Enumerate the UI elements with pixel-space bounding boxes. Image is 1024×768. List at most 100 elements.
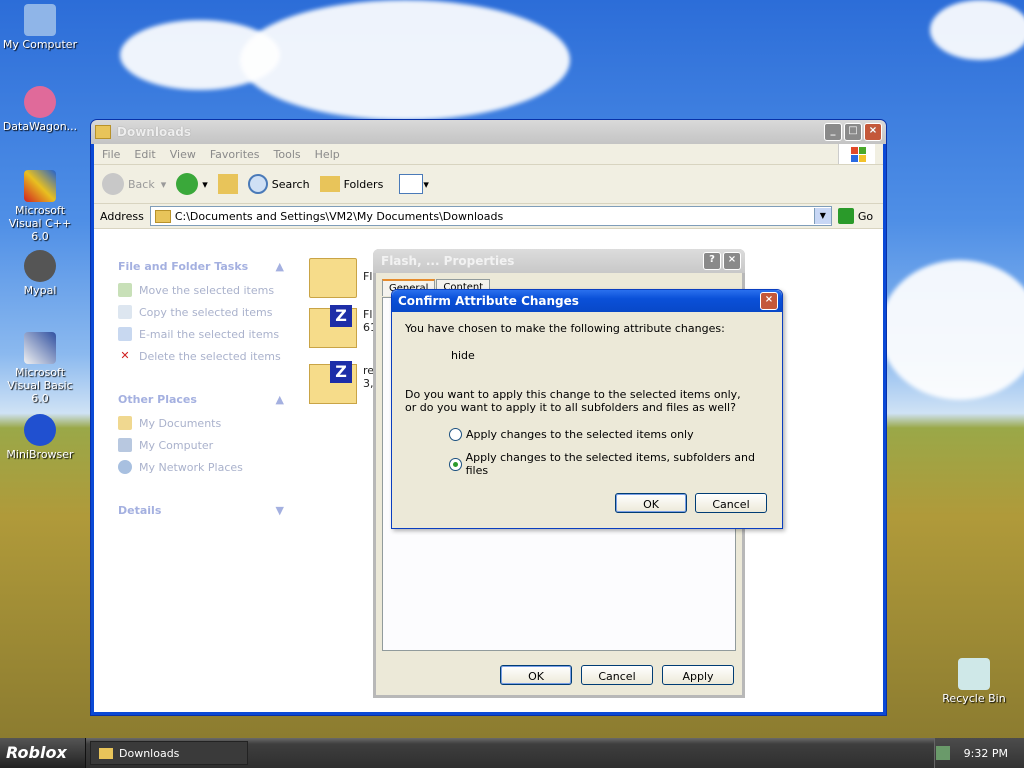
chevron-down-icon[interactable]: ▾ [423, 178, 429, 191]
desktop-icon-mypal[interactable]: Mypal [0, 250, 80, 297]
section-header[interactable]: File and Folder Tasks ▲ [118, 260, 284, 273]
desktop-icon-visual-cpp[interactable]: Microsoft Visual C++ 6.0 [0, 170, 80, 243]
go-button[interactable]: Go [837, 208, 874, 224]
close-button[interactable]: × [723, 252, 741, 270]
cancel-button[interactable]: Cancel [581, 665, 653, 685]
move-icon [118, 283, 132, 297]
confirm-buttons: OK Cancel [615, 493, 767, 513]
properties-buttons: OK Cancel Apply [500, 665, 734, 685]
chevron-down-icon[interactable]: ▾ [161, 178, 167, 191]
radio-button[interactable] [449, 428, 462, 441]
place-network[interactable]: My Network Places [118, 460, 284, 474]
go-label: Go [857, 209, 874, 223]
computer-icon [118, 438, 132, 452]
task-delete[interactable]: ✕ Delete the selected items [118, 349, 284, 363]
search-button[interactable]: Search [247, 174, 310, 194]
close-button[interactable]: × [760, 292, 778, 310]
views-button[interactable]: ▾ [399, 174, 429, 194]
zip-archive-icon: Z [309, 305, 357, 348]
desktop-icon-label: Recycle Bin [942, 692, 1006, 705]
file-item[interactable]: Z re 3, [309, 361, 374, 404]
menu-favorites[interactable]: Favorites [210, 148, 260, 161]
section-header[interactable]: Other Places ▲ [118, 393, 284, 406]
expand-icon[interactable]: ▼ [276, 504, 284, 517]
file-item[interactable]: Fla [309, 258, 379, 298]
menu-edit[interactable]: Edit [134, 148, 155, 161]
visual-basic-icon [24, 332, 56, 364]
views-icon [399, 174, 424, 194]
desktop-icon-visual-basic[interactable]: Microsoft Visual Basic 6.0 [0, 332, 80, 405]
menu-view[interactable]: View [170, 148, 196, 161]
desktop-icon-datawagon[interactable]: DataWagon... [0, 86, 80, 133]
task-copy[interactable]: Copy the selected items [118, 305, 284, 319]
desktop-icon-label: Mypal [23, 284, 57, 297]
task-email[interactable]: E-mail the selected items [118, 327, 284, 341]
up-button[interactable] [217, 174, 238, 194]
folders-button[interactable]: Folders [319, 176, 383, 192]
place-my-documents[interactable]: My Documents [118, 416, 284, 430]
menu-file[interactable]: File [102, 148, 120, 161]
close-button[interactable]: × [864, 123, 882, 141]
taskbar-item-label: Downloads [119, 746, 180, 760]
collapse-icon[interactable]: ▲ [276, 393, 284, 406]
confirm-question: Do you want to apply this change to the … [405, 388, 741, 414]
section-title: Details [118, 504, 162, 517]
clock[interactable]: 9:32 PM [964, 747, 1008, 760]
recycle-bin-icon [958, 658, 990, 690]
ok-button[interactable]: OK [615, 493, 687, 513]
explorer-titlebar[interactable]: Downloads _ □ × [91, 120, 886, 144]
email-icon [118, 327, 132, 341]
address-dropdown-icon[interactable]: ▼ [813, 208, 831, 224]
menu-help[interactable]: Help [315, 148, 340, 161]
taskbar-item-downloads[interactable]: Downloads [90, 741, 248, 765]
radio-subfolders[interactable]: Apply changes to the selected items, sub… [449, 451, 769, 477]
cancel-button[interactable]: Cancel [695, 493, 767, 513]
minimize-button[interactable]: _ [824, 123, 842, 141]
desktop-icon-minibrowser[interactable]: MiniBrowser [0, 414, 80, 461]
network-icon [118, 460, 132, 474]
section-title: Other Places [118, 393, 197, 406]
collapse-icon[interactable]: ▲ [276, 260, 284, 273]
desktop-icon-label: DataWagon... [2, 120, 78, 133]
desktop-icon-my-computer[interactable]: My Computer [0, 4, 80, 51]
confirm-titlebar[interactable]: Confirm Attribute Changes × [392, 290, 782, 312]
radio-button[interactable] [449, 457, 462, 471]
maximize-button[interactable]: □ [844, 123, 862, 141]
cloud [240, 0, 570, 120]
help-button[interactable]: ? [703, 252, 721, 270]
back-button[interactable]: Back ▾ [102, 173, 166, 195]
file-item[interactable]: Z Fla 61 [309, 305, 379, 348]
go-arrow-icon [837, 208, 854, 224]
task-label: Delete the selected items [139, 349, 281, 363]
confirm-title: Confirm Attribute Changes [398, 294, 579, 308]
confirm-attribute-dialog: Confirm Attribute Changes × You have cho… [391, 289, 783, 529]
address-label: Address [100, 209, 144, 223]
computer-icon [24, 4, 56, 36]
radio-selected-only[interactable]: Apply changes to the selected items only [449, 428, 769, 441]
up-folder-icon [217, 174, 238, 194]
desktop-icon-recycle-bin[interactable]: Recycle Bin [934, 658, 1014, 705]
network-tray-icon[interactable] [935, 746, 950, 760]
desktop-icon-label: Microsoft Visual C++ 6.0 [8, 204, 72, 243]
taskbar: Roblox Downloads 9:32 PM [0, 738, 1024, 768]
apply-button[interactable]: Apply [662, 665, 734, 685]
datawagon-icon [24, 86, 56, 118]
task-label: Move the selected items [139, 283, 275, 297]
forward-button[interactable]: ▾ [176, 173, 208, 195]
place-my-computer[interactable]: My Computer [118, 438, 284, 452]
desktop-icon-label: MiniBrowser [6, 448, 74, 461]
task-move[interactable]: Move the selected items [118, 283, 284, 297]
section-header[interactable]: Details ▼ [118, 504, 284, 517]
start-button[interactable]: Roblox [0, 738, 86, 768]
menu-tools[interactable]: Tools [274, 148, 301, 161]
details: Details ▼ [118, 504, 284, 517]
ok-button[interactable]: OK [500, 665, 572, 685]
properties-titlebar[interactable]: Flash, ... Properties ? × [373, 249, 745, 273]
file-detail: 3, [363, 377, 374, 390]
menubar: File Edit View Favorites Tools Help [94, 144, 883, 165]
attribute-change: hide [451, 349, 475, 362]
search-label: Search [271, 177, 310, 191]
chevron-down-icon[interactable]: ▾ [202, 178, 208, 191]
address-input[interactable]: C:\Documents and Settings\VM2\My Documen… [149, 206, 832, 226]
back-arrow-icon [102, 173, 124, 195]
